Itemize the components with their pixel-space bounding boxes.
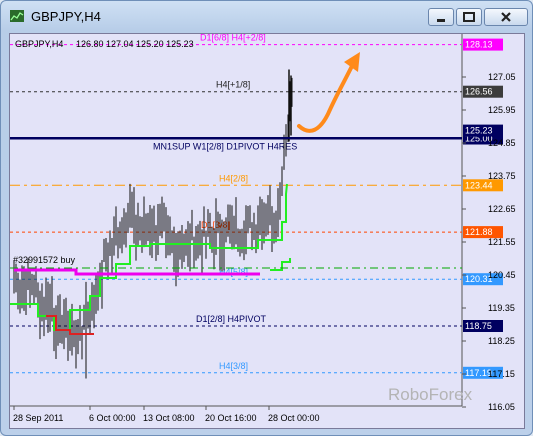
chart-canvas[interactable]: D1[6/8] H4[+2/8] 128.13 H4[+1/8] 126.56 MN1S… xyxy=(10,34,525,429)
x-tick-label: 28 Oct 00:00 xyxy=(268,413,320,423)
price-tag-label: 118.75 xyxy=(465,321,492,331)
window-title: GBPJPY,H4 xyxy=(31,9,101,24)
maximize-button[interactable] xyxy=(456,8,482,26)
y-tick-label: 116.05 xyxy=(488,402,515,412)
x-tick-label: 6 Oct 00:00 xyxy=(89,413,136,423)
y-tick-label: 123.75 xyxy=(488,171,516,181)
level-label: H4[+1/8] xyxy=(216,80,250,90)
level-label: H4[3/8] xyxy=(219,361,248,371)
watermark: RoboForex xyxy=(388,385,473,404)
y-tick-label: 121.55 xyxy=(488,237,516,247)
title-bar[interactable]: GBPJPY,H4 xyxy=(1,1,532,31)
chart-window: GBPJPY,H4 D1[6/8] H4[+2/8] 128.13 H4[+1/8]… xyxy=(0,0,533,436)
maximize-icon xyxy=(463,12,475,22)
x-tick-label: 13 Oct 08:00 xyxy=(143,413,195,423)
close-icon xyxy=(501,12,511,22)
price-tag-label: 126.56 xyxy=(465,87,493,97)
close-button[interactable] xyxy=(484,8,528,26)
level-label: D1[2/8] H4PIVOT xyxy=(196,314,267,324)
order-label: #32991572 buy xyxy=(13,255,76,265)
y-tick-label: 119.35 xyxy=(488,303,515,313)
minimize-icon xyxy=(437,19,445,22)
price-tag-label: 123.44 xyxy=(465,180,493,190)
y-tick-label: 125.95 xyxy=(488,105,516,115)
chart-icon xyxy=(10,10,24,22)
chart-area[interactable]: D1[6/8] H4[+2/8] 128.13 H4[+1/8] 126.56 MN1S… xyxy=(9,33,525,429)
x-tick-label: 20 Oct 16:00 xyxy=(205,413,257,423)
level-label: MN1SUP W1[2/8] D1PIVOT H4RES xyxy=(153,142,297,152)
chart-symbol: GBPJPY,H4 xyxy=(15,39,63,49)
chart-ohlc: 126.80 127.04 125.20 125.23 xyxy=(76,39,194,49)
y-tick-label: 117.15 xyxy=(488,369,515,379)
price-tag-label: 128.13 xyxy=(465,40,493,50)
level-label: H4[5/8] xyxy=(219,267,248,277)
y-tick-label: 127.05 xyxy=(488,72,516,82)
y-tick-label: 124.85 xyxy=(488,138,516,148)
price-tag-label: 121.88 xyxy=(465,227,493,237)
x-tick-label: 28 Sep 2011 xyxy=(13,413,63,423)
y-tick-label: 118.25 xyxy=(488,336,515,346)
level-label: H4[2/8] xyxy=(219,173,248,183)
current-price-tag: 125.23 xyxy=(465,126,493,136)
y-tick-label: 120.45 xyxy=(488,270,516,280)
y-tick-label: 122.65 xyxy=(488,204,516,214)
minimize-button[interactable] xyxy=(428,8,454,26)
level-label: D1[6/8] H4[+2/8] xyxy=(200,34,266,43)
